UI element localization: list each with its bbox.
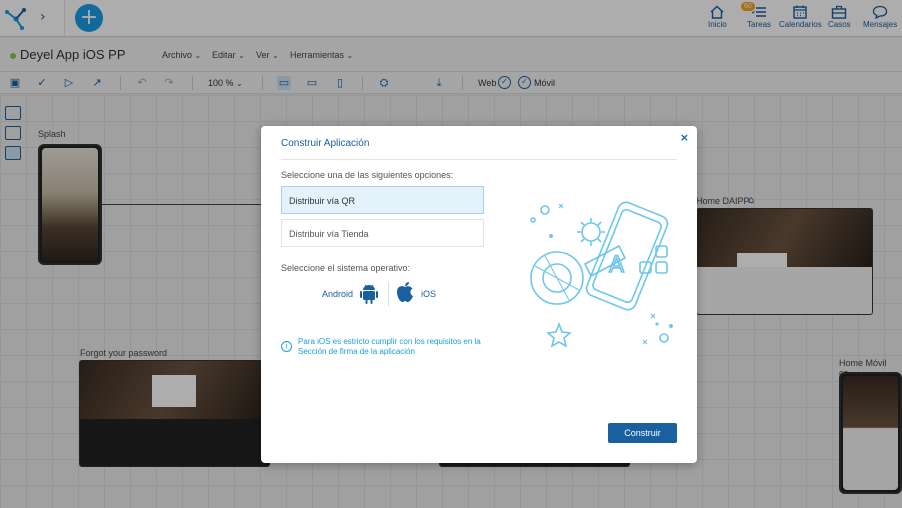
info-text: Para iOS es estricto cumplir con los req… [298, 337, 481, 356]
build-app-dialog: Construir Aplicación × Seleccione una de… [261, 126, 697, 463]
option-distribute-qr[interactable]: Distribuir vía QR [281, 186, 484, 214]
close-icon[interactable]: × [680, 131, 689, 144]
os-prompt: Seleccione el sistema operativo: [281, 263, 411, 273]
info-icon: i [281, 341, 292, 352]
dialog-title: Construir Aplicación [281, 138, 370, 149]
apple-icon[interactable] [395, 281, 415, 303]
android-label[interactable]: Android [322, 289, 353, 299]
android-icon[interactable] [360, 282, 378, 304]
os-separator [388, 282, 389, 306]
dialog-divider [281, 159, 677, 160]
phone-build-illustration-icon: A [530, 201, 673, 348]
options-prompt: Seleccione una de las siguientes opcione… [281, 170, 454, 180]
build-button[interactable]: Construir [608, 423, 677, 443]
ios-info-note: i Para iOS es estricto cumplir con los r… [281, 337, 491, 357]
svg-text:A: A [609, 253, 624, 278]
ios-label[interactable]: iOS [421, 289, 436, 299]
option-distribute-store[interactable]: Distribuir vía Tienda [281, 219, 484, 247]
